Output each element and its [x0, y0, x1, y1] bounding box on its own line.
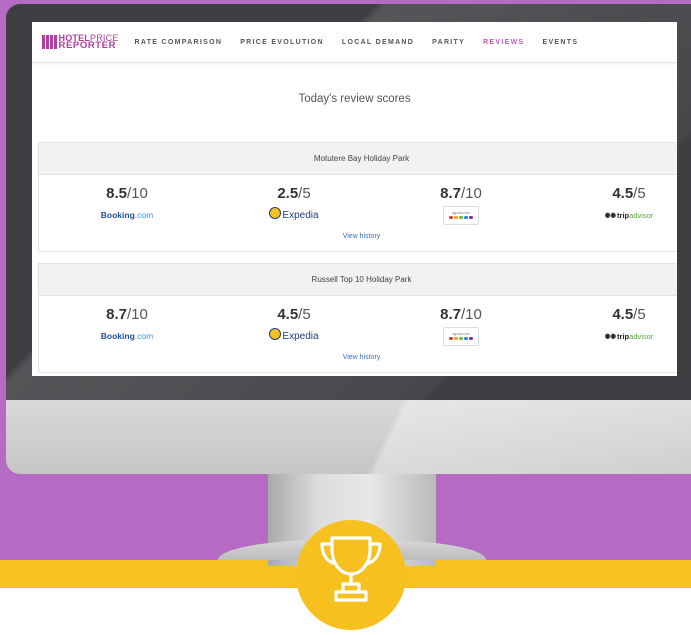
- view-history-link[interactable]: View history: [39, 354, 677, 361]
- logo-bars-icon: [42, 35, 57, 49]
- review-score-cell: 8.7/10 agoda.com: [401, 306, 521, 346]
- review-score: 4.5/5: [612, 306, 646, 323]
- review-score: 8.7/10: [440, 306, 482, 323]
- review-score-cell: 4.5/5 ◉◉ trip advisor: [569, 306, 677, 345]
- property-name: Motutere Bay Holiday Park: [39, 143, 677, 175]
- view-history-link[interactable]: View history: [39, 233, 677, 240]
- nav-events[interactable]: EVENTS: [542, 39, 578, 46]
- owl-eyes-icon: ◉◉: [604, 212, 617, 219]
- review-score-cell: 4.5/5 ◉◉ trip advisor: [569, 185, 677, 224]
- property-card: Motutere Bay Holiday Park 8.5/10 Booking.c…: [38, 142, 677, 252]
- review-score: 8.7/10: [440, 185, 482, 202]
- review-score: 8.7/10: [106, 306, 148, 323]
- app-screen: HOTELPRICE REPORTER RATE COMPARISON PRIC…: [32, 22, 677, 376]
- expedia-globe-icon: [269, 207, 282, 219]
- tripadvisor-logo: ◉◉ trip advisor: [604, 331, 654, 341]
- review-score-cell: 8.7/10 agoda.com: [401, 185, 521, 225]
- monitor-chin: [6, 400, 691, 474]
- review-score-cell: 2.5/5 Expedia: [234, 185, 354, 224]
- review-score: 4.5/5: [612, 185, 646, 202]
- review-score: 4.5/5: [277, 306, 311, 323]
- review-score: 2.5/5: [277, 185, 311, 202]
- review-score-cell: 8.5/10 Booking.com: [67, 185, 187, 224]
- property-name: Russell Top 10 Holiday Park: [39, 264, 677, 296]
- expedia-logo: Expedia: [234, 206, 354, 224]
- agoda-logo: agoda.com: [401, 205, 521, 225]
- agoda-logo: agoda.com: [401, 326, 521, 346]
- owl-eyes-icon: ◉◉: [604, 333, 617, 340]
- nav-local-demand[interactable]: LOCAL DEMAND: [342, 39, 414, 46]
- trophy-icon: [320, 536, 382, 602]
- expedia-logo: Expedia: [234, 327, 354, 345]
- nav-parity[interactable]: PARITY: [432, 39, 465, 46]
- nav-reviews[interactable]: REVIEWS: [483, 39, 524, 46]
- hotel-price-reporter-logo[interactable]: HOTELPRICE REPORTER: [42, 34, 119, 50]
- property-card: Russell Top 10 Holiday Park 8.7/10 Booking…: [38, 263, 677, 373]
- review-score: 8.5/10: [106, 185, 148, 202]
- booking-logo: Booking.com: [100, 331, 154, 341]
- page-title: Today's review scores: [298, 93, 411, 105]
- tripadvisor-logo: ◉◉ trip advisor: [604, 210, 654, 220]
- expedia-globe-icon: [269, 328, 282, 340]
- nav-price-evolution[interactable]: PRICE EVOLUTION: [240, 39, 324, 46]
- top-navbar: HOTELPRICE REPORTER RATE COMPARISON PRIC…: [32, 22, 677, 63]
- nav-rate-comparison[interactable]: RATE COMPARISON: [135, 39, 223, 46]
- trophy-badge: [296, 520, 406, 630]
- booking-logo: Booking.com: [100, 210, 154, 220]
- review-score-cell: 4.5/5 Expedia: [234, 306, 354, 345]
- review-score-cell: 8.7/10 Booking.com: [67, 306, 187, 345]
